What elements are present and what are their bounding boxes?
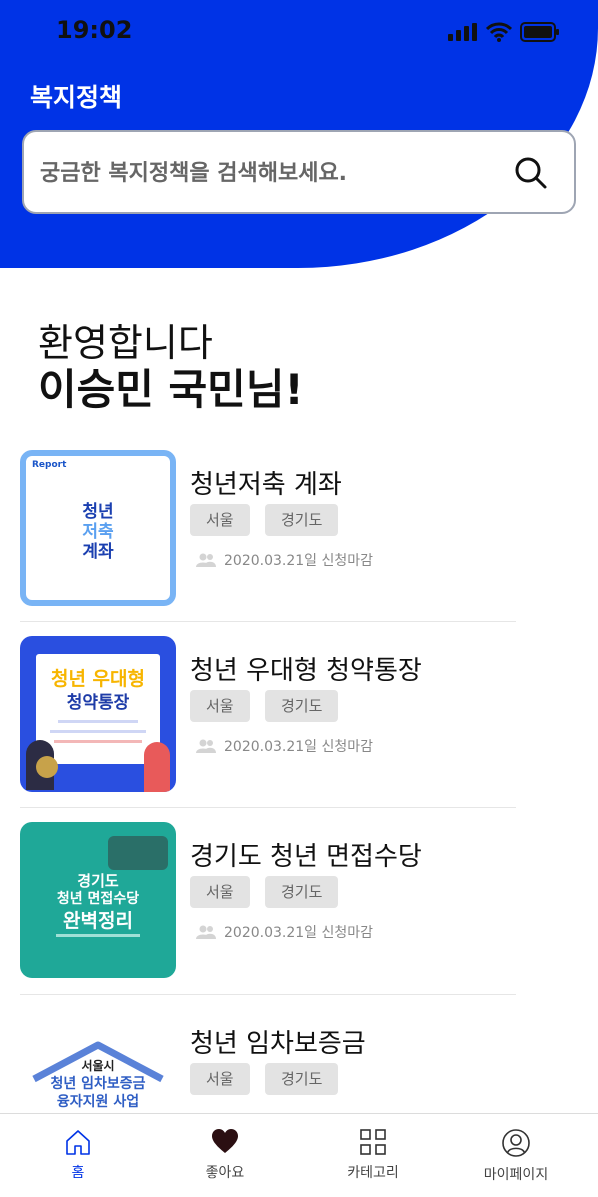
thumbnail-text: 서울시 <box>81 1059 115 1073</box>
user-icon <box>502 1129 530 1157</box>
tab-label: 카테고리 <box>347 1165 399 1181</box>
deadline-text: 2020.03.21일 신청마감 <box>224 739 374 755</box>
search-icon[interactable] <box>514 156 548 190</box>
tab-label: 홈 <box>71 1165 85 1181</box>
policy-deadline: 2020.03.21일 신청마감 <box>196 550 373 570</box>
region-tag[interactable]: 서울 <box>190 504 250 536</box>
thumbnail-text: 청약통장 <box>66 693 130 713</box>
wifi-icon <box>486 22 512 42</box>
region-tag[interactable]: 서울 <box>190 876 250 908</box>
tab-likes[interactable]: 좋아요 <box>165 1128 285 1182</box>
tab-category[interactable]: 카테고리 <box>313 1128 433 1182</box>
policy-deadline: 2020.03.21일 신청마감 <box>196 736 373 756</box>
region-tag[interactable]: 경기도 <box>265 504 339 536</box>
tab-mypage[interactable]: 마이페이지 <box>456 1128 576 1184</box>
tab-label: 좋아요 <box>205 1165 245 1181</box>
status-bar: 19:02 <box>0 0 598 64</box>
policy-title: 청년 임차보증금 <box>190 1029 366 1059</box>
status-time: 19:02 <box>56 16 133 44</box>
thumbnail-text: 청년 임차보증금 <box>50 1076 146 1092</box>
thumbnail-text: 융자지원 사업 <box>56 1094 140 1110</box>
deadline-text: 2020.03.21일 신청마감 <box>224 553 374 569</box>
grid-icon <box>360 1129 386 1155</box>
divider <box>20 807 516 808</box>
thumbnail-text: 계좌 <box>82 542 114 562</box>
heart-icon <box>212 1129 238 1153</box>
tab-home[interactable]: 홈 <box>18 1128 138 1182</box>
battery-icon <box>520 22 559 42</box>
thumbnail-text: 청년 면접수당 <box>56 891 140 907</box>
region-tag[interactable]: 경기도 <box>265 1063 339 1095</box>
page-title: 복지정책 <box>30 83 123 112</box>
policy-thumbnail: 경기도 청년 면접수당 완벽정리 <box>20 822 176 978</box>
policy-card[interactable]: 청년 우대형 청약통장 청년 우대형 청약통장 서울 경기도 2020.03.2… <box>20 636 516 796</box>
deadline-text: 2020.03.21일 신청마감 <box>224 925 374 941</box>
thumbnail-brand: Report <box>32 460 67 470</box>
people-icon <box>196 739 216 753</box>
policy-title: 청년저축 계좌 <box>190 470 342 500</box>
region-tag[interactable]: 경기도 <box>265 876 339 908</box>
policy-title: 경기도 청년 면접수당 <box>190 842 422 872</box>
tab-label: 마이페이지 <box>483 1167 549 1183</box>
policy-card[interactable]: 경기도 청년 면접수당 완벽정리 경기도 청년 면접수당 서울 경기도 2020… <box>20 822 516 982</box>
policy-thumbnail: 청년 우대형 청약통장 <box>20 636 176 792</box>
signal-icon <box>448 23 477 41</box>
welcome-user-name: 이승민 국민님! <box>38 365 304 414</box>
thumbnail-text: 완벽정리 <box>63 910 133 932</box>
policy-thumbnail: Report 청년 저축 계좌 <box>20 450 176 606</box>
thumbnail-text: 청년 <box>82 502 114 522</box>
search-box <box>22 130 576 214</box>
people-icon <box>196 553 216 567</box>
divider <box>20 994 516 995</box>
region-tag[interactable]: 서울 <box>190 1063 250 1095</box>
search-input[interactable] <box>38 146 502 200</box>
bottom-tab-bar: 홈 좋아요 카테고리 마이페이지 <box>0 1113 598 1197</box>
divider <box>20 621 516 622</box>
region-tag[interactable]: 서울 <box>190 690 250 722</box>
policy-deadline: 2020.03.21일 신청마감 <box>196 922 373 942</box>
policy-card[interactable]: Report 청년 저축 계좌 청년저축 계좌 서울 경기도 2020.03.2… <box>20 450 516 610</box>
thumbnail-text: 청년 우대형 <box>50 668 145 690</box>
thumbnail-text: 저축 <box>82 522 114 542</box>
region-tag[interactable]: 경기도 <box>265 690 339 722</box>
policy-title: 청년 우대형 청약통장 <box>190 656 422 686</box>
home-icon <box>66 1130 90 1155</box>
people-icon <box>196 925 216 939</box>
